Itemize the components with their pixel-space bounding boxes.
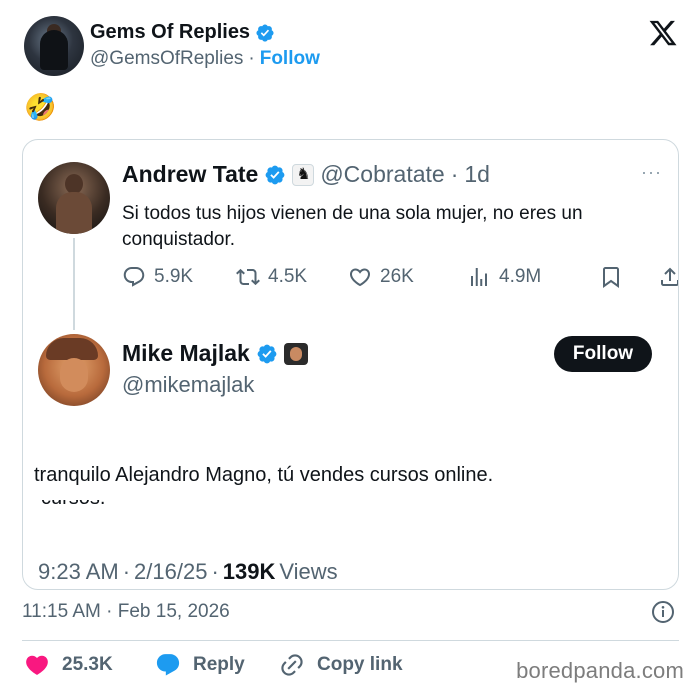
chess-knight-affiliate-icon <box>292 163 315 186</box>
reply-views-label: Views <box>279 559 338 584</box>
quoted-tweet-text: Si todos tus hijos vienen de una sola mu… <box>122 203 583 250</box>
tweet-header: Gems Of Replies @GemsOfReplies · Follow <box>24 16 684 80</box>
avatar[interactable] <box>24 16 84 76</box>
divider <box>22 640 679 641</box>
separator-dot: · <box>122 559 131 584</box>
more-options-icon[interactable]: ··· <box>641 162 662 183</box>
author-name-row: Gems Of Replies <box>90 21 275 44</box>
watermark: boredpanda.com <box>516 658 684 683</box>
reply-tweet-text: tranquilo Alejandro Magno, tú vendes cur… <box>34 464 494 486</box>
copy-link-label: Copy link <box>317 654 403 675</box>
reply-author-name[interactable]: Mike Majlak <box>122 340 250 367</box>
reply-author-handle[interactable]: @mikemajlak <box>122 372 254 398</box>
author-handle[interactable]: @GemsOfReplies <box>90 48 243 70</box>
heart-filled-icon <box>26 655 48 675</box>
cutoff-text-fragment: cursos. <box>41 500 141 508</box>
avatar[interactable] <box>38 162 110 234</box>
repost-action[interactable]: 4.5K <box>236 265 307 289</box>
quoted-age: 1d <box>464 161 490 187</box>
share-icon <box>661 267 678 286</box>
reply-views-count: 139K <box>222 559 276 584</box>
repost-icon <box>236 268 260 286</box>
analytics-icon <box>471 268 487 286</box>
verified-badge-icon <box>256 23 274 42</box>
reply-author-row: Mike Majlak <box>122 340 308 367</box>
x-logo-icon[interactable] <box>648 18 678 48</box>
avatar[interactable] <box>38 334 110 406</box>
share-action[interactable] <box>658 265 678 289</box>
verified-badge-icon <box>265 165 285 184</box>
quoted-author-handle[interactable]: @Cobratate <box>320 161 444 188</box>
reply-date: 2/16/25 <box>134 559 208 584</box>
link-icon <box>281 654 303 676</box>
like-count: 26K <box>380 266 414 287</box>
separator-dot: · <box>450 161 459 187</box>
like-button[interactable]: 25.3K <box>24 652 113 678</box>
thread-connector-line <box>73 238 75 330</box>
info-icon[interactable] <box>651 600 675 624</box>
separator-dot: · <box>211 559 219 584</box>
reply-action[interactable]: 5.9K <box>122 265 193 289</box>
reply-label: Reply <box>193 654 245 675</box>
reply-icon <box>123 267 145 287</box>
quoted-author-row: Andrew Tate @Cobratate · 1d <box>122 161 490 188</box>
reply-time: 9:23 AM <box>38 559 119 584</box>
reply-meta: 9:23 AM · 2/16/25 · 139K Views <box>38 559 338 585</box>
reply-bubble-icon <box>156 654 180 676</box>
like-action[interactable]: 26K <box>348 265 414 289</box>
bookmark-action[interactable] <box>599 265 623 289</box>
embedded-screenshot-card[interactable]: Andrew Tate @Cobratate · 1d ··· Si todos… <box>22 139 679 590</box>
reply-button[interactable]: Reply <box>155 652 245 678</box>
bookmark-icon <box>603 267 619 288</box>
like-count: 25.3K <box>62 654 113 675</box>
follow-link[interactable]: Follow <box>260 48 320 70</box>
reply-count: 5.9K <box>154 266 194 287</box>
separator-dot: · <box>248 48 255 69</box>
copy-link-button[interactable]: Copy link <box>279 652 403 678</box>
quoted-action-bar: 5.9K 4.5K 26K 4.9M <box>122 265 678 295</box>
views-count: 4.9M <box>499 266 542 287</box>
heart-outline-icon <box>349 268 371 287</box>
author-handle-row: @GemsOfReplies · Follow <box>90 48 320 70</box>
affiliate-badge-icon <box>283 342 308 365</box>
verified-badge-icon <box>257 344 277 363</box>
follow-button[interactable]: Follow <box>554 336 652 372</box>
quoted-author-name[interactable]: Andrew Tate <box>122 161 258 188</box>
tweet-text-emoji: 🤣 <box>24 92 57 122</box>
repost-count: 4.5K <box>268 266 308 287</box>
author-name[interactable]: Gems Of Replies <box>90 21 250 44</box>
tweet-timestamp[interactable]: 11:15 AM · Feb 15, 2026 <box>22 601 230 623</box>
views-action[interactable]: 4.9M <box>467 265 541 289</box>
